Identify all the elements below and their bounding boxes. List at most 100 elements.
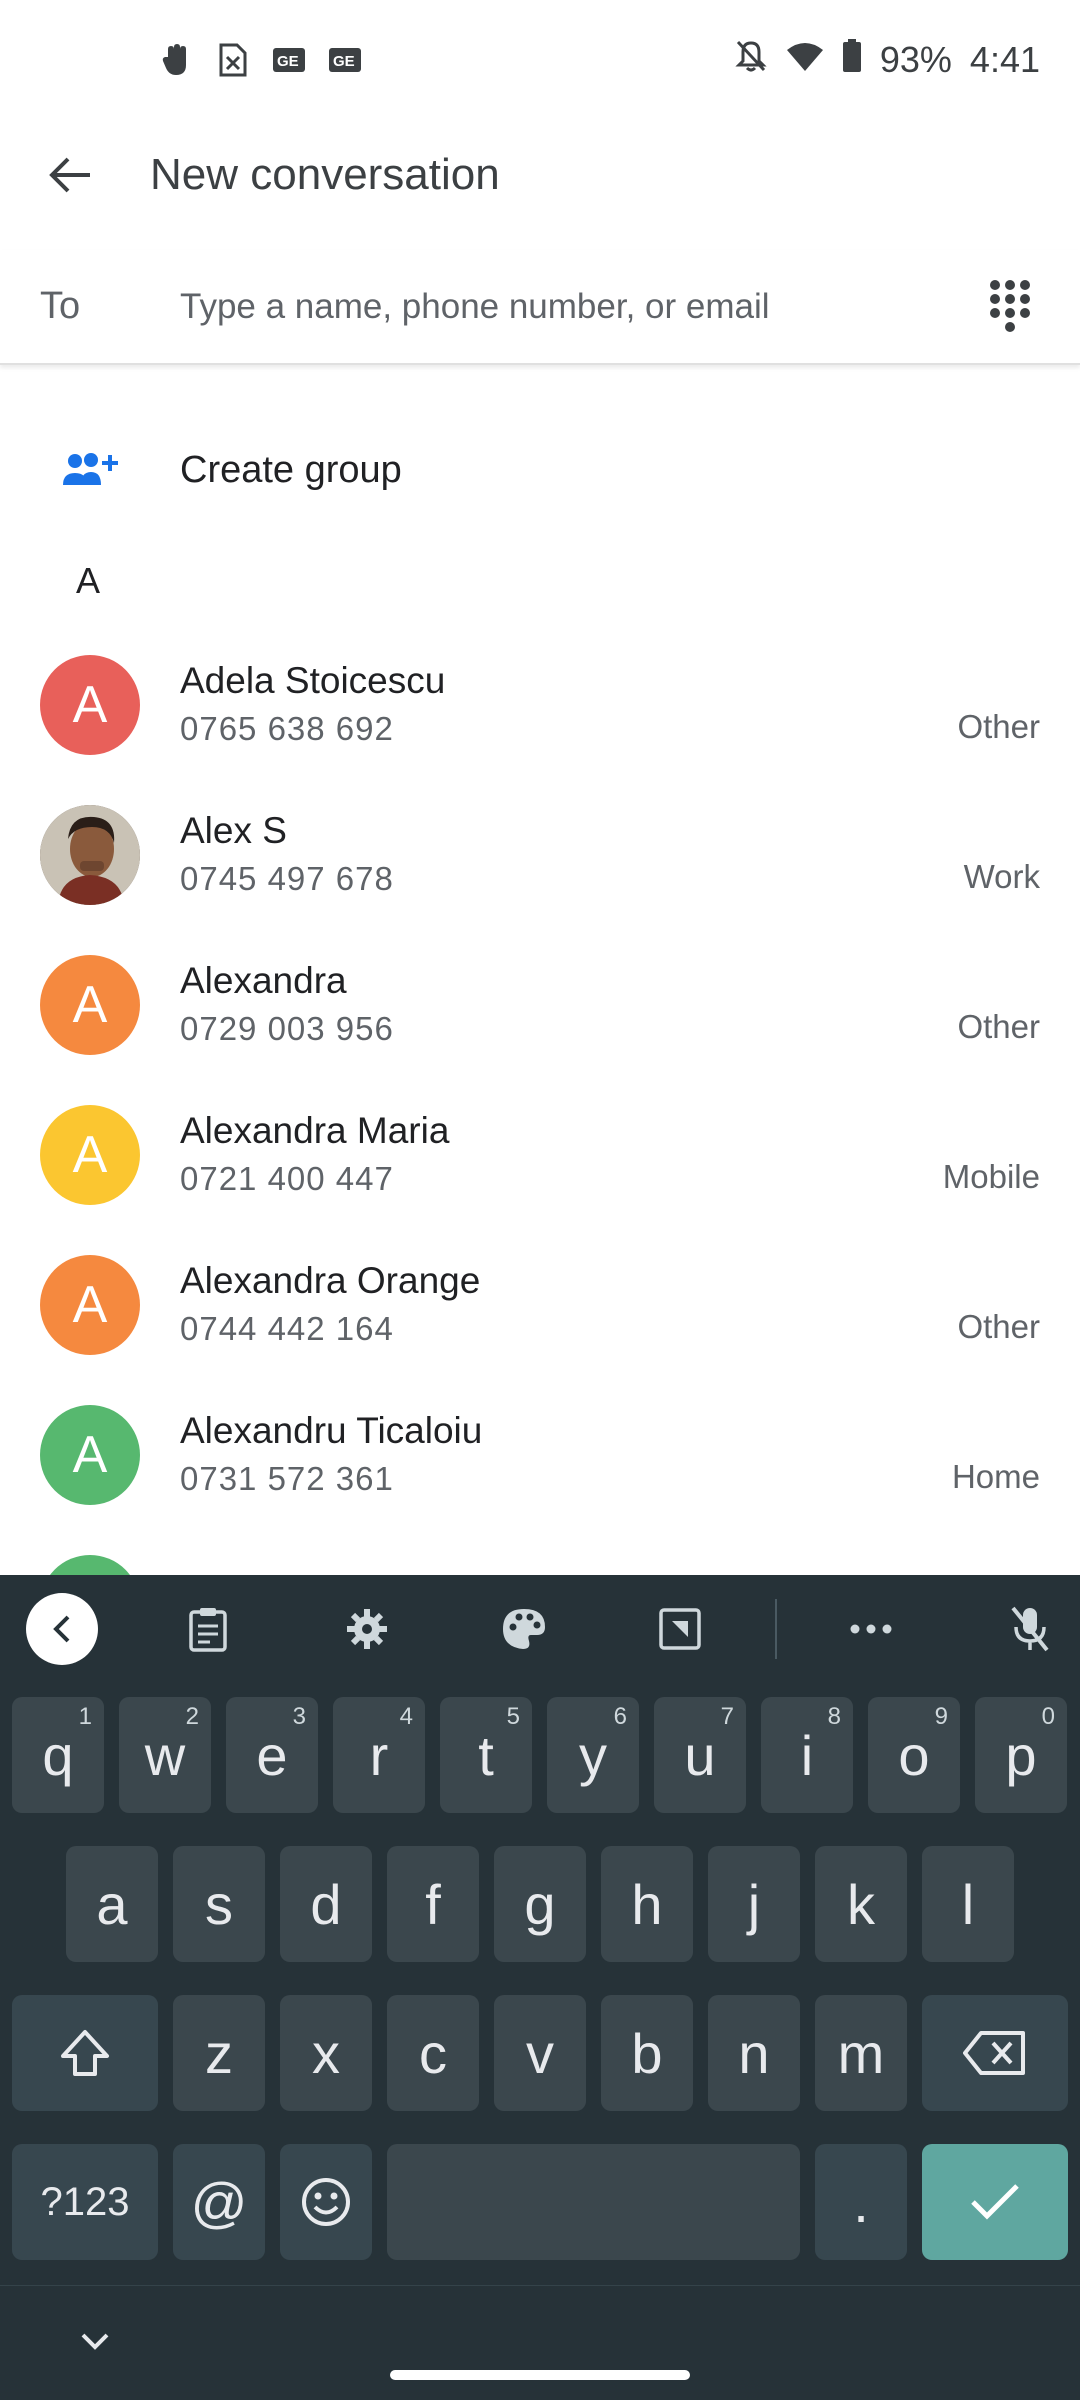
dialpad-button[interactable] <box>940 249 1080 364</box>
home-gesture-handle[interactable] <box>390 2370 690 2380</box>
key-h[interactable]: h <box>601 1846 693 1962</box>
key-p[interactable]: p0 <box>975 1697 1067 1813</box>
contact-phone: 0731 572 361 <box>180 1460 394 1497</box>
contact-name: Alexandru Ticaloiu <box>180 1410 483 1451</box>
status-bar: GE GE 93% 4:41 <box>0 0 1080 120</box>
keyboard-collapse-button[interactable] <box>26 1593 98 1665</box>
theme-button[interactable] <box>488 1593 560 1665</box>
contact-phone: 0765 638 692 <box>180 710 394 747</box>
period-key[interactable]: . <box>815 2144 907 2260</box>
contact-type: Other <box>957 708 1040 745</box>
symbols-key[interactable]: ?123 <box>12 2144 158 2260</box>
shift-key[interactable] <box>12 1995 158 2111</box>
key-z[interactable]: z <box>173 1995 265 2111</box>
avatar: A <box>40 1105 140 1205</box>
key-m[interactable]: m <box>815 1995 907 2111</box>
key-f[interactable]: f <box>387 1846 479 1962</box>
gesture-icon <box>160 43 194 77</box>
contact-row[interactable]: A Alexandra Maria 0721 400 447 Mobile <box>0 1080 1080 1230</box>
key-r[interactable]: r4 <box>333 1697 425 1813</box>
enter-key[interactable] <box>922 2144 1068 2260</box>
contact-name: Alexandra Orange <box>180 1260 481 1301</box>
contact-row[interactable]: A Alexandru Ticaloiu 0731 572 361 Home <box>0 1380 1080 1530</box>
key-e[interactable]: e3 <box>226 1697 318 1813</box>
keyboard-toolbar <box>0 1575 1080 1683</box>
resize-button[interactable] <box>644 1593 716 1665</box>
key-u[interactable]: u7 <box>654 1697 746 1813</box>
back-button[interactable] <box>0 120 140 230</box>
clipboard-button[interactable] <box>172 1593 244 1665</box>
key-w[interactable]: w2 <box>119 1697 211 1813</box>
key-o[interactable]: o9 <box>868 1697 960 1813</box>
one-handed-icon <box>659 1608 701 1650</box>
contact-type: Other <box>957 1008 1040 1045</box>
key-l[interactable]: l <box>922 1846 1014 1962</box>
avatar-photo <box>40 805 140 905</box>
check-icon <box>971 2184 1019 2220</box>
contact-name: Adela Stoicescu <box>180 660 446 701</box>
avatar: A <box>40 1255 140 1355</box>
key-s[interactable]: s <box>173 1846 265 1962</box>
navigation-bar <box>0 2285 1080 2400</box>
key-y[interactable]: y6 <box>547 1697 639 1813</box>
contact-phone: 0729 003 956 <box>180 1010 394 1047</box>
recipient-input[interactable] <box>180 286 940 327</box>
ge-badge-icon: GE <box>272 43 306 77</box>
battery-percent: 93% <box>879 39 952 80</box>
key-j[interactable]: j <box>708 1846 800 1962</box>
clipboard-icon <box>189 1608 227 1652</box>
ge-badge-icon: GE <box>328 43 362 77</box>
contact-type: Home <box>951 1458 1040 1495</box>
section-letter: A <box>76 560 101 601</box>
contact-phone: 0745 497 678 <box>180 860 394 897</box>
avatar: A <box>40 955 140 1055</box>
contact-name: Alexandra <box>180 960 347 1001</box>
key-q[interactable]: q1 <box>12 1697 104 1813</box>
key-k[interactable]: k <box>815 1846 907 1962</box>
contact-phone: 0744 442 164 <box>180 1310 394 1347</box>
key-i[interactable]: i8 <box>761 1697 853 1813</box>
emoji-icon <box>302 2178 350 2226</box>
sim-off-icon <box>216 43 250 77</box>
key-n[interactable]: n <box>708 1995 800 2111</box>
page-title: New conversation <box>150 150 500 199</box>
shift-icon <box>61 2030 109 2076</box>
app-bar: New conversation <box>0 120 1080 230</box>
more-button[interactable] <box>835 1593 907 1665</box>
contact-name: Alexandra Maria <box>180 1110 450 1151</box>
contact-row[interactable]: A Alexandra Orange 0744 442 164 Other <box>0 1230 1080 1380</box>
create-group-label: Create group <box>180 448 402 491</box>
key-g[interactable]: g <box>494 1846 586 1962</box>
at-key[interactable]: @ <box>173 2144 265 2260</box>
contact-row[interactable]: Alex S 0745 497 678 Work <box>0 780 1080 930</box>
key-v[interactable]: v <box>494 1995 586 2111</box>
key-d[interactable]: d <box>280 1846 372 1962</box>
settings-button[interactable] <box>331 1593 403 1665</box>
key-a[interactable]: a <box>66 1846 158 1962</box>
contact-type: Other <box>957 1308 1040 1345</box>
key-t[interactable]: t5 <box>440 1697 532 1813</box>
bell-off-icon <box>734 39 768 82</box>
voice-input-button[interactable] <box>994 1593 1066 1665</box>
svg-text:GE: GE <box>277 53 299 70</box>
palette-icon <box>503 1609 545 1649</box>
dialpad-icon <box>990 279 1030 332</box>
toolbar-divider <box>775 1599 777 1659</box>
create-group-button[interactable]: Create group <box>0 410 1080 530</box>
contact-row[interactable]: A Alexandra 0729 003 956 Other <box>0 930 1080 1080</box>
chevron-left-icon <box>53 1615 70 1643</box>
emoji-key[interactable] <box>280 2144 372 2260</box>
wifi-icon <box>786 39 824 81</box>
key-b[interactable]: b <box>601 1995 693 2111</box>
keyboard-row-4: ?123 @ . <box>0 2144 1080 2260</box>
backspace-key[interactable] <box>922 1995 1068 2111</box>
contact-row[interactable]: A Adela Stoicescu 0765 638 692 Other <box>0 630 1080 780</box>
more-icon <box>850 1624 892 1634</box>
key-x[interactable]: x <box>280 1995 372 2111</box>
system-status: 93% 4:41 <box>734 38 1040 82</box>
contact-list: A Adela Stoicescu 0765 638 692 Other Ale… <box>0 630 1080 1680</box>
avatar: A <box>40 655 140 755</box>
space-key[interactable] <box>387 2144 800 2260</box>
key-c[interactable]: c <box>387 1995 479 2111</box>
hide-keyboard-button[interactable] <box>70 2316 120 2366</box>
